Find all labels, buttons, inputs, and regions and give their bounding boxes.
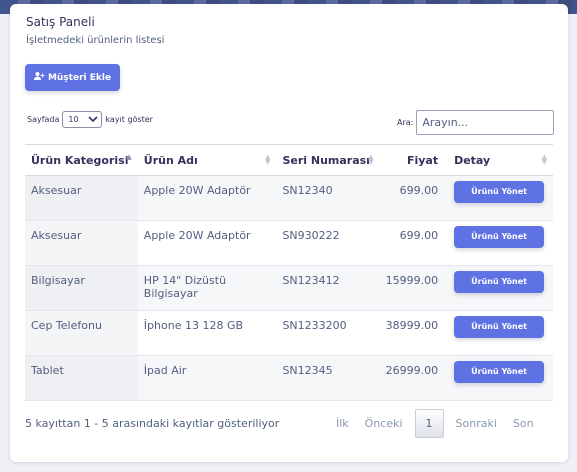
length-prefix: Sayfada [27,115,60,124]
table-row: Aksesuar Apple 20W Adaptör SN12340 699.0… [25,175,553,221]
sales-panel-card: Satış Paneli İşletmedeki ürünlerin liste… [10,4,568,462]
page-length-select[interactable]: 10 [62,111,103,128]
cell-price: 15999.00 [385,274,439,287]
page-subtitle: İşletmedeki ürünlerin listesi [26,35,165,46]
length-suffix: kayıt göster [105,115,153,124]
cell-serial: SN12340 [282,184,333,197]
pagination-next[interactable]: Sonraki [448,409,505,438]
column-header-serial[interactable]: Seri Numarası ▲ ▼ [276,145,379,176]
cell-serial: SN123412 [282,274,340,287]
cell-detail: Ürünü Yönet [448,356,553,401]
cell-serial: SN1233200 [282,319,347,332]
cell-serial: SN12345 [282,364,333,377]
table-row: Cep Telefonu İphone 13 128 GB SN1233200 … [25,310,553,356]
user-plus-icon [33,71,45,84]
cell-price: 699.00 [399,184,439,197]
chevron-down-icon [88,115,98,125]
cell-name: HP 14" Dizüstü Bilgisayar [143,274,227,300]
cell-detail: Ürünü Yönet [448,221,553,266]
column-header-detail[interactable]: Detay ▲ ▼ [448,145,553,176]
column-header-price[interactable]: Fiyat [380,145,449,176]
pagination-first[interactable]: İlk [328,409,357,438]
table-row: Bilgisayar HP 14" Dizüstü Bilgisayar SN1… [25,265,553,311]
pagination: İlk Önceki 1 Sonraki Son [328,409,542,438]
cell-name: İpad Air [143,364,187,377]
page-length-control: Sayfada 10 kayıt göster [27,111,153,128]
pagination-last[interactable]: Son [505,409,542,438]
cell-price: 26999.00 [385,364,439,377]
cell-category: Tablet [25,355,138,401]
manage-product-button[interactable]: Ürünü Yönet [454,181,545,203]
sort-both-icon: ▲ ▼ [541,153,547,166]
cell-category: Cep Telefonu [25,310,138,356]
add-customer-button[interactable]: Müşteri Ekle [25,64,120,91]
page-title: Satış Paneli [26,15,95,29]
table-info: 5 kayıttan 1 - 5 arasındaki kayıtlar gös… [25,417,280,430]
manage-product-button[interactable]: Ürünü Yönet [454,361,545,383]
manage-product-button[interactable]: Ürünü Yönet [454,271,545,293]
table-row: Tablet İpad Air SN12345 26999.00 Ürünü Y… [25,355,553,401]
cell-price: 699.00 [399,229,439,242]
cell-detail: Ürünü Yönet [448,311,553,356]
cell-category: Aksesuar [25,220,138,266]
search-input[interactable] [416,110,555,135]
search-label: Ara: [397,118,414,127]
cell-category: Aksesuar [25,175,138,221]
cell-serial: SN930222 [282,229,340,242]
pagination-page-current[interactable]: 1 [414,409,444,438]
page-length-value: 10 [68,115,79,124]
cell-detail: Ürünü Yönet [448,176,553,221]
add-customer-label: Müşteri Ekle [47,72,112,83]
sort-asc-icon: ▲ [126,153,132,161]
search-control: Ara: [397,110,555,135]
cell-detail: Ürünü Yönet [448,266,553,311]
manage-product-button[interactable]: Ürünü Yönet [454,226,545,248]
products-table: Ürün Kategorisi ▲ Ürün Adı ▲ ▼ Seri Numaras… [25,144,553,401]
pagination-previous[interactable]: Önceki [357,409,411,438]
column-header-category[interactable]: Ürün Kategorisi ▲ [25,145,138,176]
sort-both-icon: ▲ ▼ [368,153,374,166]
cell-category: Bilgisayar [25,265,138,311]
cell-name: İphone 13 128 GB [143,319,244,332]
table-header-row: Ürün Kategorisi ▲ Ürün Adı ▲ ▼ Seri Numaras… [25,144,553,176]
cell-name: Apple 20W Adaptör [143,229,251,242]
table-row: Aksesuar Apple 20W Adaptör SN930222 699.… [25,220,553,266]
cell-price: 38999.00 [385,319,439,332]
column-header-name[interactable]: Ürün Adı ▲ ▼ [138,145,277,176]
cell-name: Apple 20W Adaptör [143,184,251,197]
sort-both-icon: ▲ ▼ [265,153,271,166]
manage-product-button[interactable]: Ürünü Yönet [454,316,545,338]
